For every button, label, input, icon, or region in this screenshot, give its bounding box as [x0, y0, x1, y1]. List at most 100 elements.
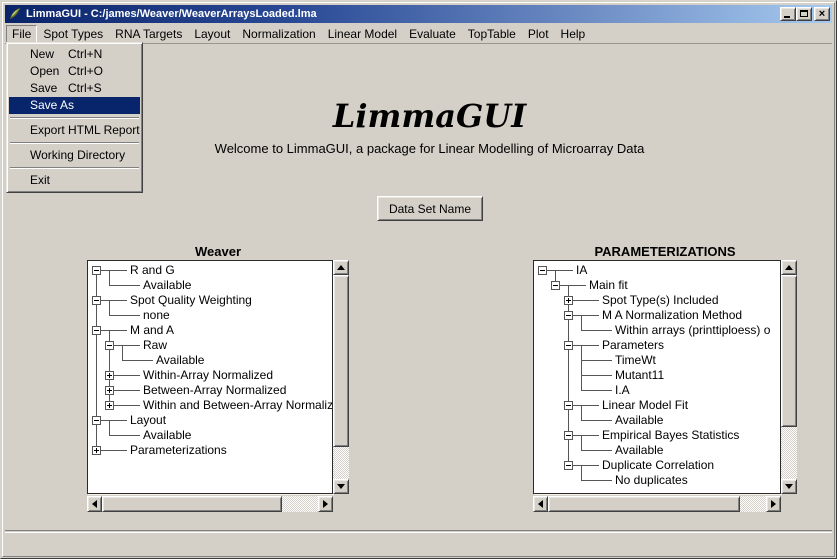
menubar-item-file[interactable]: File [6, 25, 37, 43]
tree-expand-box[interactable] [564, 296, 573, 305]
tree-node-label[interactable]: Spot Type(s) Included [602, 293, 719, 308]
tree-collapse-box[interactable] [92, 416, 101, 425]
tree-node-label[interactable]: Available [615, 443, 663, 458]
tree-node-label[interactable]: Within arrays (printtiploess) o [615, 323, 770, 338]
scrollbar-track[interactable] [781, 427, 797, 479]
arrow-left-icon [538, 500, 543, 508]
tree-line [581, 375, 582, 383]
tree-node-label[interactable]: TimeWt [615, 353, 656, 368]
tree-row: Duplicate Correlation [536, 458, 780, 473]
menu-item-export-html-report[interactable]: Export HTML Report [9, 122, 140, 139]
tree-line [101, 270, 127, 271]
tree-collapse-box[interactable] [551, 281, 560, 290]
parameterizations-horizontal-scrollbar[interactable] [533, 496, 781, 512]
tree-node-label[interactable]: Parameters [602, 338, 664, 353]
tree-collapse-box[interactable] [92, 326, 101, 335]
weaver-vertical-scrollbar[interactable] [333, 260, 349, 494]
tree-collapse-box[interactable] [564, 401, 573, 410]
tree-collapse-box[interactable] [564, 341, 573, 350]
data-set-name-button[interactable]: Data Set Name [377, 196, 483, 221]
tree-node-label[interactable]: R and G [130, 263, 175, 278]
tree-node-label[interactable]: Mutant11 [615, 368, 664, 383]
scroll-left-button[interactable] [533, 496, 548, 512]
menubar-item-toptable[interactable]: TopTable [462, 25, 522, 43]
scrollbar-thumb[interactable] [548, 496, 740, 512]
tree-node-label[interactable]: Linear Model Fit [602, 398, 688, 413]
tree-node-label[interactable]: M A Normalization Method [602, 308, 742, 323]
scroll-down-button[interactable] [781, 479, 797, 494]
tree-expand-box[interactable] [92, 446, 101, 455]
tree-node-label[interactable]: Available [143, 278, 191, 293]
menubar-item-linear-model[interactable]: Linear Model [322, 25, 403, 43]
close-button[interactable]: × [814, 7, 830, 21]
tree-expand-box[interactable] [105, 401, 114, 410]
tree-node-label[interactable]: Raw [143, 338, 167, 353]
tree-node-label[interactable]: Layout [130, 413, 166, 428]
weaver-horizontal-scrollbar[interactable] [87, 496, 333, 512]
menubar-item-layout[interactable]: Layout [188, 25, 236, 43]
tree-collapse-box[interactable] [105, 341, 114, 350]
menu-item-save-as[interactable]: Save As [9, 97, 140, 114]
scroll-right-button[interactable] [318, 496, 333, 512]
menubar-item-spot-types[interactable]: Spot Types [37, 25, 109, 43]
tree-node-label[interactable]: M and A [130, 323, 174, 338]
scroll-up-button[interactable] [781, 260, 797, 275]
minus-glyph [107, 345, 112, 346]
tree-collapse-box[interactable] [538, 266, 547, 275]
menubar-item-evaluate[interactable]: Evaluate [403, 25, 462, 43]
tree-node-label[interactable]: Available [156, 353, 204, 368]
scroll-up-button[interactable] [333, 260, 349, 275]
menubar-item-normalization[interactable]: Normalization [236, 25, 321, 43]
tree-node-label[interactable]: Within and Between-Array Normalized [143, 398, 333, 413]
scroll-left-button[interactable] [87, 496, 102, 512]
parameterizations-vertical-scrollbar[interactable] [781, 260, 797, 494]
tree-node-label[interactable]: IA [576, 263, 587, 278]
menu-item-exit[interactable]: Exit [9, 172, 140, 189]
menu-item-save[interactable]: SaveCtrl+S [9, 80, 140, 97]
tree-node-label[interactable]: No duplicates [615, 473, 688, 488]
tree-collapse-box[interactable] [564, 431, 573, 440]
tree-node-label[interactable]: none [143, 308, 170, 323]
tree-node-label[interactable]: Available [615, 413, 663, 428]
menubar-item-plot[interactable]: Plot [522, 25, 555, 43]
tree-line [573, 300, 599, 301]
title-bar[interactable]: LimmaGUI - C:/james/Weaver/WeaverArraysL… [5, 5, 832, 23]
tree-expand-box[interactable] [105, 371, 114, 380]
tree-line [109, 353, 110, 368]
tree-collapse-box[interactable] [564, 311, 573, 320]
menu-item-open[interactable]: OpenCtrl+O [9, 63, 140, 80]
scrollbar-track[interactable] [333, 447, 349, 479]
scroll-right-button[interactable] [766, 496, 781, 512]
tree-node-label[interactable]: Main fit [589, 278, 628, 293]
tree-collapse-box[interactable] [92, 266, 101, 275]
tree-line [581, 450, 612, 451]
tree-line [109, 301, 110, 308]
scroll-down-button[interactable] [333, 479, 349, 494]
tree-node-label[interactable]: Within-Array Normalized [143, 368, 273, 383]
tree-node-label[interactable]: Between-Array Normalized [143, 383, 286, 398]
scrollbar-track[interactable] [740, 496, 766, 512]
tree-collapse-box[interactable] [564, 461, 573, 470]
scrollbar-thumb[interactable] [102, 496, 282, 512]
tree-node-label[interactable]: Parameterizations [130, 443, 227, 458]
scrollbar-thumb[interactable] [333, 275, 349, 447]
scrollbar-thumb[interactable] [781, 275, 797, 427]
menu-item-working-directory[interactable]: Working Directory [9, 147, 140, 164]
tree-node-label[interactable]: Empirical Bayes Statistics [602, 428, 739, 443]
menubar-item-rna-targets[interactable]: RNA Targets [109, 25, 188, 43]
tree-node-label[interactable]: Spot Quality Weighting [130, 293, 252, 308]
tree-row: Spot Type(s) Included [536, 293, 780, 308]
maximize-button[interactable] [796, 7, 812, 21]
menu-item-new[interactable]: NewCtrl+N [9, 46, 140, 63]
tree-expand-box[interactable] [105, 386, 114, 395]
tree-line [573, 345, 599, 346]
scrollbar-track[interactable] [282, 496, 318, 512]
tree-node-label[interactable]: Duplicate Correlation [602, 458, 714, 473]
tree-collapse-box[interactable] [92, 296, 101, 305]
tree-line [96, 428, 97, 443]
tree-node-label[interactable]: I.A [615, 383, 630, 398]
tree-node-label[interactable]: Available [143, 428, 191, 443]
tree-indent [536, 353, 549, 368]
minimize-button[interactable] [780, 7, 796, 21]
menubar-item-help[interactable]: Help [555, 25, 592, 43]
